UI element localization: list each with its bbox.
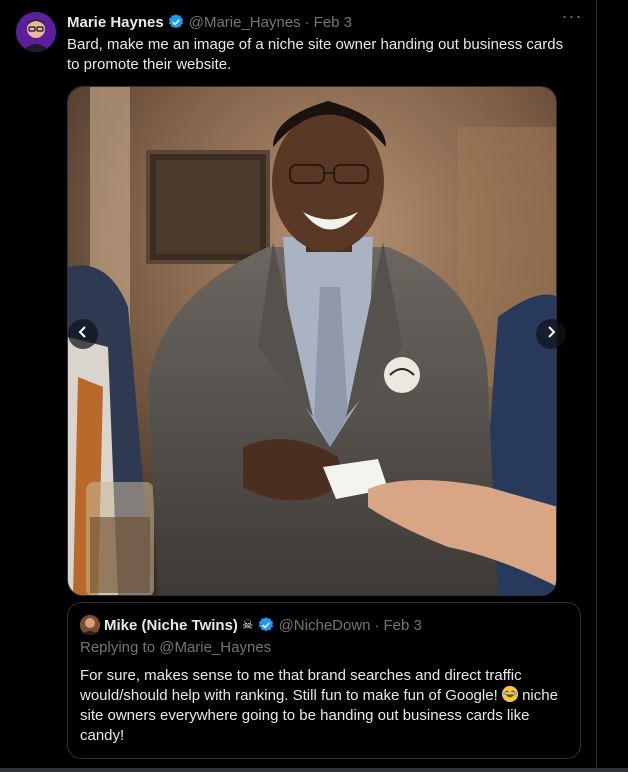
avatar[interactable] (16, 12, 56, 52)
quoted-avatar[interactable] (80, 615, 100, 635)
tweet-image[interactable] (67, 86, 557, 596)
quoted-tweet-text: For sure, makes sense to me that brand s… (80, 666, 572, 746)
replying-to-prefix: Replying to (80, 639, 156, 656)
quoted-text-part1: For sure, makes sense to me that brand s… (80, 667, 522, 704)
tweet[interactable]: Marie Haynes @Marie_Haynes · Feb 3 ··· B… (0, 0, 596, 768)
replying-to-mention[interactable]: @Marie_Haynes (159, 639, 271, 656)
carousel-next-button[interactable] (536, 319, 566, 349)
quoted-tweet[interactable]: Mike (Niche Twins) ☠ @NicheDown · Feb 3 … (67, 602, 581, 759)
quoted-author-name[interactable]: Mike (Niche Twins) (104, 617, 238, 634)
separator-dot: · (304, 13, 310, 31)
author-handle[interactable]: @Marie_Haynes (189, 14, 301, 31)
quoted-tweet-header: Mike (Niche Twins) ☠ @NicheDown · Feb 3 (80, 615, 422, 635)
tweet-header: Marie Haynes @Marie_Haynes · Feb 3 (67, 12, 352, 32)
tweet-date[interactable]: Feb 3 (314, 14, 352, 31)
separator-dot: · (374, 616, 380, 634)
author-name[interactable]: Marie Haynes (67, 14, 164, 31)
laughing-face-icon (501, 686, 518, 702)
timeline-right-border (596, 0, 597, 772)
chevron-right-icon (544, 325, 558, 344)
tweet-text: Bard, make me an image of a niche site o… (67, 36, 564, 73)
skull-crossbones-icon: ☠ (241, 617, 254, 632)
verified-badge-icon[interactable] (257, 616, 275, 634)
carousel-previous-button[interactable] (68, 319, 98, 349)
quoted-tweet-date[interactable]: Feb 3 (384, 617, 422, 634)
chevron-left-icon (76, 325, 90, 344)
timeline-bottom-border (0, 768, 628, 772)
more-options-icon[interactable]: ··· (560, 7, 584, 30)
replying-to-line: Replying to @Marie_Haynes (80, 639, 271, 656)
quoted-author-handle[interactable]: @NicheDown (279, 617, 371, 634)
verified-badge-icon[interactable] (167, 13, 185, 31)
